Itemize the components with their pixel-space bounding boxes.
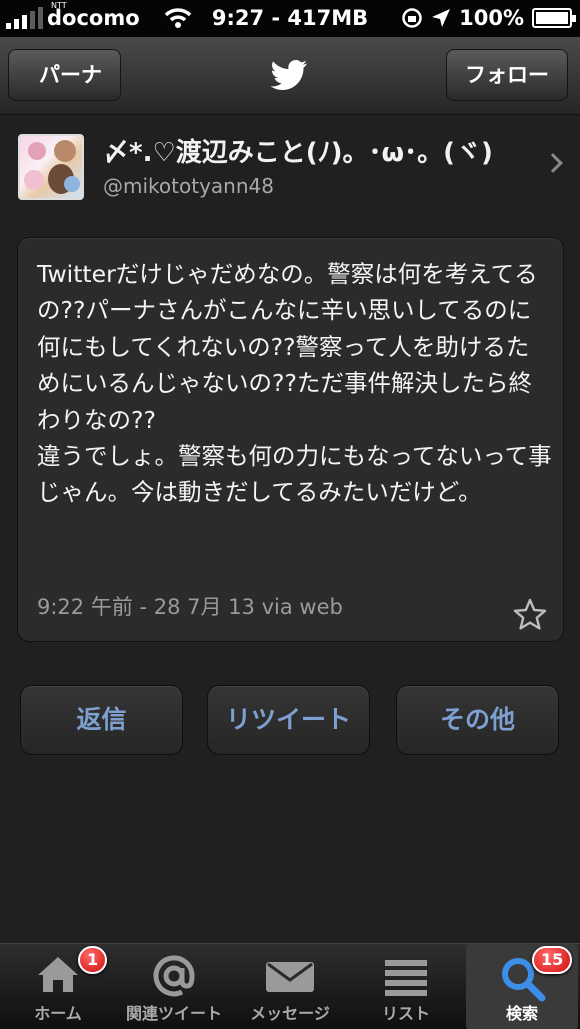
tweet-card: Twitterだけじゃだめなの。警察は何を考えてるの??パーナさんがこんなに辛い… <box>17 237 564 642</box>
tab-search[interactable]: 15 検索 <box>466 944 578 1029</box>
star-favorite-icon[interactable] <box>513 598 547 630</box>
profile-row[interactable]: 〆*.♡渡辺みこと(ﾉ)。･ω･。(ヾ) @mikototyann48 <box>0 116 580 226</box>
reply-button[interactable]: 返信 <box>20 685 183 755</box>
tab-messages-label: メッセージ <box>250 1004 330 1023</box>
location-arrow-icon <box>432 9 451 27</box>
more-button[interactable]: その他 <box>396 685 559 755</box>
status-bar: NTT docomo 9:27 - 417MB 100% <box>0 0 580 37</box>
user-handle: @mikototyann48 <box>103 174 274 198</box>
retweet-button[interactable]: リツイート <box>207 685 370 755</box>
tab-lists[interactable]: リスト <box>348 944 464 1029</box>
envelope-icon <box>266 962 314 992</box>
list-icon <box>385 960 427 996</box>
tab-messages[interactable]: メッセージ <box>232 944 348 1029</box>
battery-icon <box>532 8 576 28</box>
tab-bar: 1 ホーム 関連ツイート メッセージ リスト 15 検索 <box>0 943 580 1029</box>
tab-mentions[interactable]: 関連ツイート <box>116 944 232 1029</box>
back-button-label: パーナ <box>39 63 102 87</box>
tweet-text: Twitterだけじゃだめなの。警察は何を考えてるの??パーナさんがこんなに辛い… <box>37 260 552 507</box>
at-icon <box>153 955 195 997</box>
avatar[interactable] <box>18 134 84 200</box>
tab-search-label: 検索 <box>505 1004 538 1023</box>
navigation-bar: パーナ フォロー <box>0 37 580 115</box>
tweet-meta: 9:22 午前 - 28 7月 13 via web <box>37 595 343 619</box>
display-name: 〆*.♡渡辺みこと(ﾉ)。･ω･。(ヾ) <box>103 138 493 168</box>
follow-button[interactable]: フォロー <box>446 49 568 101</box>
home-badge: 1 <box>78 946 108 974</box>
tab-mentions-label: 関連ツイート <box>125 1004 222 1023</box>
back-button[interactable]: パーナ <box>8 49 121 101</box>
tab-home-label: ホーム <box>34 1004 82 1023</box>
rotation-lock-icon <box>402 8 422 28</box>
twitter-bird-icon <box>270 60 307 90</box>
home-icon <box>38 957 78 992</box>
battery-percent: 100% <box>459 6 524 30</box>
tab-lists-label: リスト <box>381 1004 430 1023</box>
search-badge: 15 <box>532 946 573 974</box>
chevron-right-icon <box>543 153 563 173</box>
tab-home[interactable]: 1 ホーム <box>0 944 116 1029</box>
